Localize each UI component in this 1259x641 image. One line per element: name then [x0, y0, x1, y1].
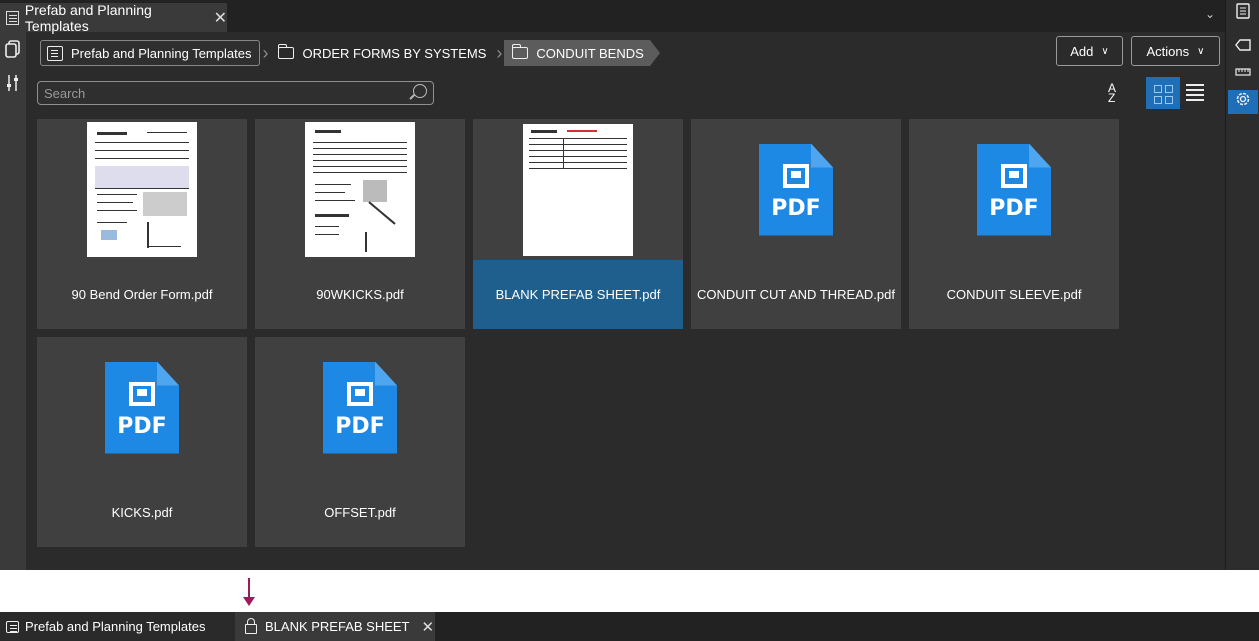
actions-button-label: Actions — [1146, 43, 1190, 59]
pdf-file-icon: PDF — [323, 361, 397, 454]
bottom-tab-prefab-templates[interactable]: Prefab and Planning Templates — [0, 612, 235, 641]
file-tile[interactable]: PDF OFFSET.pdf — [255, 337, 465, 547]
right-rail — [1225, 0, 1259, 570]
ruler-icon[interactable] — [1232, 60, 1254, 84]
document-icon — [47, 45, 63, 61]
tag-icon[interactable] — [1232, 34, 1254, 58]
pdf-file-icon: PDF — [105, 361, 179, 454]
folder-icon — [277, 44, 295, 59]
pdf-file-icon: PDF — [759, 143, 833, 236]
close-icon[interactable]: ✕ — [214, 8, 227, 28]
bottom-tab-blank-prefab-sheet[interactable]: BLANK PREFAB SHEET ✕ — [235, 612, 435, 641]
breadcrumb-order-forms[interactable]: ORDER FORMS BY SYSTEMS — [270, 40, 495, 66]
file-tile[interactable]: PDF CONDUIT SLEEVE.pdf — [909, 119, 1119, 329]
pdf-file-icon: PDF — [977, 143, 1051, 236]
top-tab-bar: Prefab and Planning Templates ✕ ⌄ — [0, 0, 1225, 34]
document-icon — [6, 620, 19, 633]
files-icon[interactable] — [4, 40, 22, 58]
file-name: 90 Bend Order Form.pdf — [71, 287, 213, 302]
document-preview — [87, 122, 197, 257]
file-tile[interactable]: PDF KICKS.pdf — [37, 337, 247, 547]
file-name: OFFSET.pdf — [324, 505, 396, 520]
document-icon[interactable] — [1232, 2, 1254, 26]
chevron-down-icon: ∨ — [1101, 45, 1109, 57]
file-tile[interactable]: 90WKICKS.pdf — [255, 119, 465, 329]
breadcrumb-conduit-bends[interactable]: CONDUIT BENDS — [504, 40, 661, 66]
actions-button[interactable]: Actions ∨ — [1131, 36, 1220, 66]
tab-title: Prefab and Planning Templates — [24, 1, 152, 34]
lock-icon — [245, 617, 257, 634]
breadcrumb-separator-icon: › — [496, 42, 503, 63]
chevron-down-icon: ∨ — [1197, 45, 1205, 57]
pdf-icon-text: PDF — [335, 413, 385, 439]
file-tile[interactable]: PDF CONDUIT CUT AND THREAD.pdf — [691, 119, 901, 329]
document-icon — [6, 10, 19, 25]
breadcrumb-level2-label: CONDUIT BENDS — [536, 45, 644, 61]
search-icon[interactable] — [413, 84, 427, 98]
file-name: BLANK PREFAB SHEET.pdf — [473, 260, 683, 329]
file-name: 90WKICKS.pdf — [316, 287, 404, 302]
gear-icon[interactable] — [1228, 90, 1258, 114]
pdf-icon-text: PDF — [989, 195, 1039, 221]
file-thumbnail — [473, 119, 683, 260]
search-input[interactable] — [38, 82, 398, 104]
sort-az-icon[interactable]: AZ — [1108, 82, 1116, 104]
left-rail — [0, 32, 26, 570]
tab-prefab-templates[interactable]: Prefab and Planning Templates ✕ — [0, 1, 227, 34]
file-thumbnail: PDF — [37, 337, 247, 478]
document-preview — [305, 122, 415, 257]
filter-sliders-icon[interactable] — [4, 74, 22, 92]
breadcrumb-level1-label: ORDER FORMS BY SYSTEMS — [302, 45, 487, 61]
breadcrumb-separator-icon: › — [262, 42, 269, 63]
file-thumbnail: PDF — [255, 337, 465, 478]
bottom-tab2-label: BLANK PREFAB SHEET — [265, 619, 410, 634]
file-tile[interactable]: BLANK PREFAB SHEET.pdf — [473, 119, 683, 329]
add-button[interactable]: Add ∨ — [1056, 36, 1123, 66]
close-icon[interactable]: ✕ — [422, 618, 435, 636]
app-window: Prefab and Planning Templates ✕ ⌄ Prefab… — [0, 0, 1259, 570]
document-preview — [523, 123, 633, 256]
search-box — [37, 81, 434, 105]
pdf-icon-text: PDF — [771, 195, 821, 221]
file-thumbnail — [255, 119, 465, 260]
bottom-tab-bar: Prefab and Planning Templates BLANK PREF… — [0, 612, 1259, 641]
breadcrumb-root-label: Prefab and Planning Templates — [71, 45, 252, 61]
add-button-label: Add — [1070, 43, 1094, 59]
bottom-tab1-label: Prefab and Planning Templates — [25, 619, 206, 634]
file-thumbnail: PDF — [691, 119, 901, 260]
file-name: CONDUIT SLEEVE.pdf — [946, 287, 1082, 302]
file-thumbnail — [37, 119, 247, 260]
grid-view-icon[interactable] — [1146, 77, 1180, 109]
file-tile[interactable]: 90 Bend Order Form.pdf — [37, 119, 247, 329]
breadcrumb-root[interactable]: Prefab and Planning Templates — [40, 40, 261, 66]
list-view-icon[interactable] — [1186, 84, 1204, 101]
file-thumbnail: PDF — [909, 119, 1119, 260]
chevron-down-icon[interactable]: ⌄ — [1205, 7, 1215, 21]
pdf-icon-text: PDF — [117, 413, 167, 439]
file-name: KICKS.pdf — [111, 505, 173, 520]
file-name: CONDUIT CUT AND THREAD.pdf — [697, 287, 895, 302]
annotation-arrow — [243, 578, 255, 606]
breadcrumb: Prefab and Planning Templates › ORDER FO… — [40, 40, 661, 66]
folder-icon — [511, 44, 529, 59]
